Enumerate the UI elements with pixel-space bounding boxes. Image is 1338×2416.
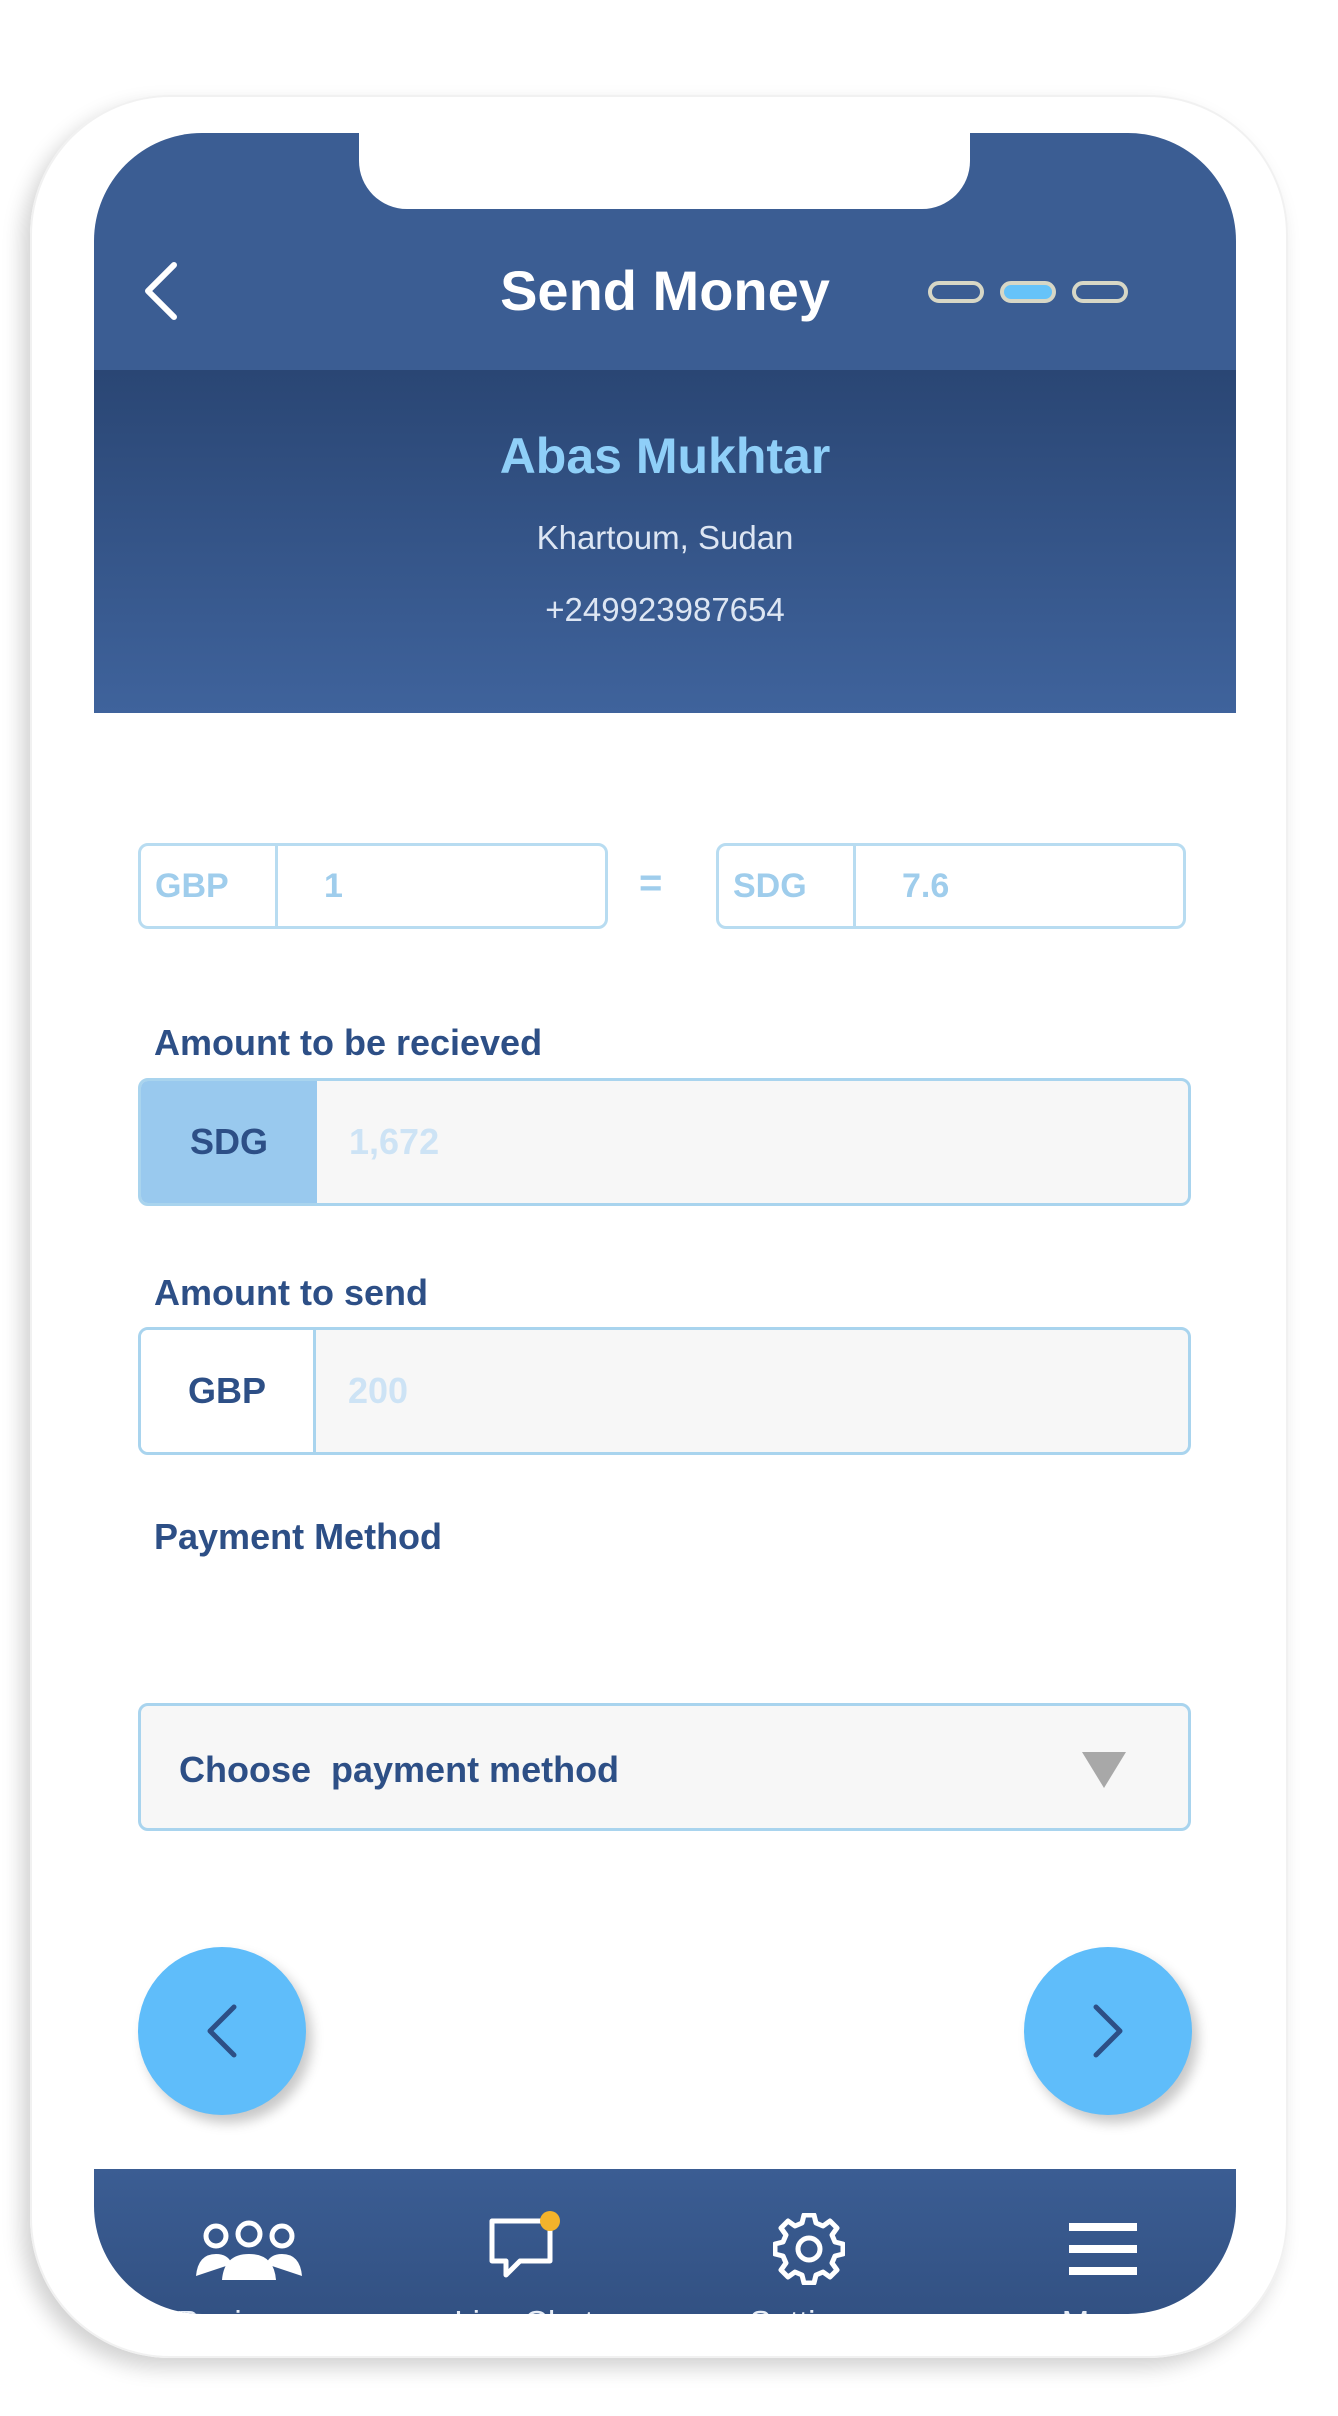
- send-currency: GBP: [141, 1330, 316, 1452]
- step-dot-3: [1072, 281, 1128, 303]
- payment-method-label: Payment Method: [154, 1516, 443, 1557]
- rate-to-box: SDG 7.6: [716, 843, 1186, 929]
- receiver-phone: +249923987654: [545, 591, 785, 628]
- nav-label-menu: Menu: [993, 2305, 1213, 2315]
- phone-notch: [359, 133, 970, 209]
- step-dot-2-active: [1000, 281, 1056, 303]
- chevron-right-icon: [1093, 2004, 1123, 2058]
- receiver-location: Khartoum, Sudan: [536, 519, 794, 556]
- send-amount-value[interactable]: 200: [316, 1330, 1188, 1452]
- receive-currency: SDG: [141, 1081, 317, 1203]
- payment-method-placeholder: Choose payment method: [179, 1749, 620, 1790]
- nav-item-settings[interactable]: Settings: [699, 2209, 919, 2314]
- gear-icon: [773, 2213, 845, 2285]
- rate-from-box: GBP 1: [138, 843, 608, 929]
- step-indicator: [928, 281, 1128, 303]
- app-screen: Send Money Abas Mukhtar Khartoum, Sudan …: [94, 133, 1236, 2314]
- step-dot-1: [928, 281, 984, 303]
- rate-from-currency: GBP: [141, 846, 278, 926]
- dropdown-arrow-icon: [1082, 1752, 1126, 1788]
- rate-from-value: 1: [324, 866, 343, 905]
- payment-method-select[interactable]: Choose payment method: [138, 1703, 1191, 1831]
- next-step-button[interactable]: [1024, 1947, 1192, 2115]
- receiver-card: Abas Mukhtar Khartoum, Sudan +2499239876…: [94, 370, 1236, 713]
- chat-icon: [489, 2211, 560, 2278]
- notification-badge: [540, 2211, 560, 2231]
- send-amount-label: Amount to send: [154, 1272, 428, 1313]
- hamburger-icon: [1069, 2223, 1137, 2275]
- receive-amount-field[interactable]: SDG 1,672: [138, 1078, 1191, 1206]
- rate-to-currency: SDG: [719, 846, 856, 926]
- nav-item-menu[interactable]: Menu: [993, 2209, 1213, 2314]
- nav-label-settings: Settings: [699, 2305, 919, 2315]
- receive-amount-value[interactable]: 1,672: [317, 1081, 1188, 1203]
- receiver-name: Abas Mukhtar: [499, 428, 831, 484]
- rate-to-value: 7.6: [902, 866, 950, 905]
- chevron-left-icon: [207, 2004, 237, 2058]
- nav-label-live-chat: Live Chat: [414, 2305, 634, 2315]
- receive-amount-label: Amount to be recieved: [154, 1022, 543, 1063]
- previous-step-button[interactable]: [138, 1947, 306, 2115]
- nav-item-live-chat[interactable]: Live Chat: [414, 2209, 634, 2314]
- receivers-icon: [196, 2220, 302, 2280]
- send-amount-field[interactable]: GBP 200: [138, 1327, 1191, 1455]
- nav-label-receivers: Recievers: [139, 2305, 359, 2315]
- nav-item-receivers[interactable]: Recievers: [139, 2209, 359, 2314]
- rate-equals-sign: =: [639, 861, 663, 905]
- bottom-navigation: Recievers Live Chat Settings: [94, 2169, 1236, 2314]
